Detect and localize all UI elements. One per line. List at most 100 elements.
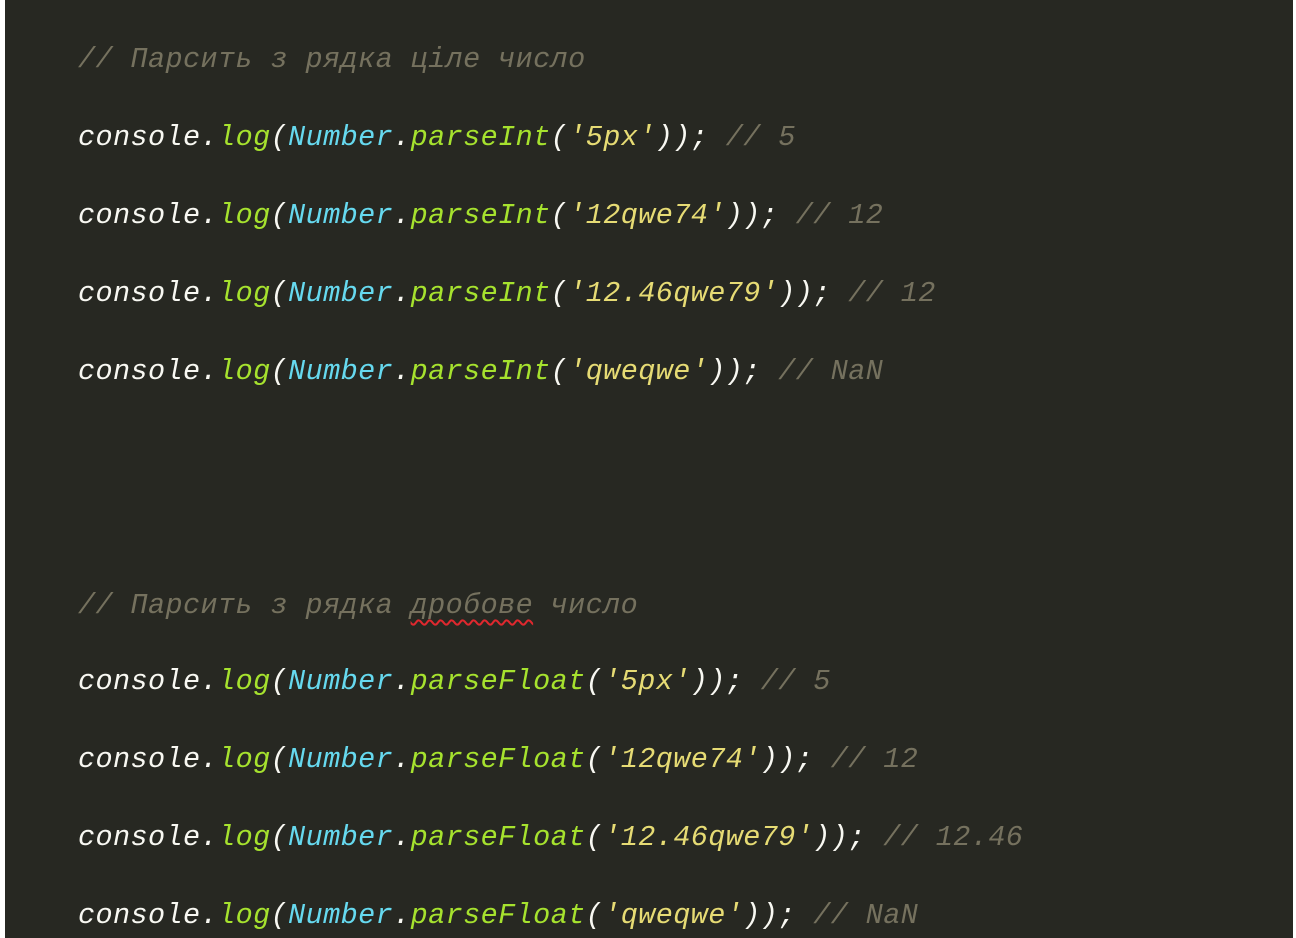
parse-float-token: parseFloat xyxy=(410,899,586,932)
close-token: )); xyxy=(725,199,779,232)
open-paren-token: ( xyxy=(270,665,289,698)
close-token: )); xyxy=(708,355,761,388)
parse-int-token: parseInt xyxy=(410,121,551,154)
dot-token: . xyxy=(393,665,411,698)
close-token: )); xyxy=(760,743,814,776)
result-comment: 12.46 xyxy=(935,821,1024,854)
open-paren-token: ( xyxy=(585,821,604,854)
log-token: log xyxy=(218,355,271,388)
code-line: console.log(Number.parseFloat('5px')); /… xyxy=(8,622,831,698)
code-line: console.log(Number.parseInt('5px')); // … xyxy=(8,78,796,154)
dot-token: . xyxy=(393,899,411,932)
dot-token: . xyxy=(200,355,219,388)
log-token: log xyxy=(218,665,271,698)
result-comment: NaN xyxy=(865,899,919,932)
close-token: )); xyxy=(813,821,866,854)
comment-line: // Парсить з рядка дробове число xyxy=(8,546,638,622)
open-paren-token: ( xyxy=(270,899,289,932)
number-token: Number xyxy=(288,899,394,932)
close-token: )); xyxy=(743,899,796,932)
console-token: console xyxy=(78,199,201,232)
string-argument: 'qweqwe' xyxy=(568,355,709,388)
console-token: console xyxy=(78,899,201,932)
string-argument: '12.46qwe79' xyxy=(603,821,814,854)
comment-prefix: // xyxy=(778,355,831,388)
number-token: Number xyxy=(288,665,394,698)
code-line: console.log(Number.parseInt('12qwe74'));… xyxy=(8,156,883,232)
parse-int-token: parseInt xyxy=(410,277,551,310)
open-paren-token: ( xyxy=(270,821,289,854)
open-paren-token: ( xyxy=(585,899,604,932)
open-paren-token: ( xyxy=(550,355,569,388)
comment-text: // Парсить з рядка ціле число xyxy=(78,43,586,76)
console-token: console xyxy=(78,665,201,698)
number-token: Number xyxy=(288,199,394,232)
dot-token: . xyxy=(393,355,411,388)
string-argument: '12.46qwe79' xyxy=(568,277,779,310)
code-line: console.log(Number.parseInt('qweqwe')); … xyxy=(8,312,883,388)
comment-prefix: // xyxy=(830,743,884,776)
console-token: console xyxy=(78,743,201,776)
close-token: )); xyxy=(778,277,831,310)
open-paren-token: ( xyxy=(585,743,604,776)
result-comment: 5 xyxy=(813,665,831,698)
string-argument: '5px' xyxy=(568,121,656,154)
code-editor[interactable]: // Парсить з рядка ціле число console.lo… xyxy=(5,0,1293,938)
comment-prefix: // xyxy=(813,899,866,932)
code-line: console.log(Number.parseInt('12.46qwe79'… xyxy=(8,234,936,310)
number-token: Number xyxy=(288,821,394,854)
console-token: console xyxy=(78,121,201,154)
log-token: log xyxy=(218,821,271,854)
open-paren-token: ( xyxy=(270,121,289,154)
result-comment: NaN xyxy=(830,355,884,388)
parse-float-token: parseFloat xyxy=(410,821,586,854)
string-argument: '12qwe74' xyxy=(603,743,761,776)
dot-token: . xyxy=(200,277,219,310)
number-token: Number xyxy=(288,277,394,310)
number-token: Number xyxy=(288,355,394,388)
dot-token: . xyxy=(393,821,411,854)
parse-int-token: parseInt xyxy=(410,199,551,232)
spellcheck-flagged-word[interactable]: дробове xyxy=(411,589,534,622)
comment-line: // Парсить з рядка ціле число xyxy=(8,0,586,76)
string-argument: '12qwe74' xyxy=(568,199,726,232)
string-argument: '5px' xyxy=(603,665,691,698)
open-paren-token: ( xyxy=(585,665,604,698)
open-paren-token: ( xyxy=(270,743,289,776)
dot-token: . xyxy=(200,121,219,154)
comment-text: // Парсить з рядка xyxy=(78,589,411,622)
string-argument: 'qweqwe' xyxy=(603,899,744,932)
code-line: console.log(Number.parseFloat('12qwe74')… xyxy=(8,700,918,776)
log-token: log xyxy=(218,743,271,776)
dot-token: . xyxy=(200,899,219,932)
parse-float-token: parseFloat xyxy=(410,743,586,776)
comment-prefix: // xyxy=(848,277,901,310)
parse-int-token: parseInt xyxy=(410,355,551,388)
comment-prefix: // xyxy=(883,821,936,854)
dot-token: . xyxy=(200,743,219,776)
open-paren-token: ( xyxy=(270,277,289,310)
result-comment: 12 xyxy=(900,277,936,310)
code-line: console.log(Number.parseFloat('12.46qwe7… xyxy=(8,778,1023,854)
open-paren-token: ( xyxy=(550,199,569,232)
close-token: )); xyxy=(690,665,744,698)
close-token: )); xyxy=(655,121,709,154)
log-token: log xyxy=(218,121,271,154)
number-token: Number xyxy=(288,121,394,154)
open-paren-token: ( xyxy=(270,199,289,232)
dot-token: . xyxy=(200,821,219,854)
code-line: console.log(Number.parseFloat('qweqwe'))… xyxy=(8,856,918,932)
open-paren-token: ( xyxy=(270,355,289,388)
log-token: log xyxy=(218,199,271,232)
log-token: log xyxy=(218,899,271,932)
console-token: console xyxy=(78,277,201,310)
result-comment: 12 xyxy=(883,743,919,776)
comment-prefix: // xyxy=(725,121,779,154)
